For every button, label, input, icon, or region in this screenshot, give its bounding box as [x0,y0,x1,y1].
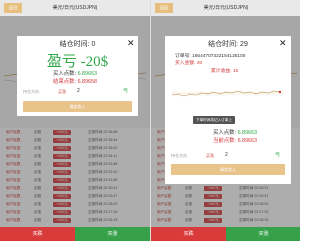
settlement-dialog: 结仓时间: 0 ✕ 盈亏 -20$ 买入点数: 6.89663 结束点数: 6.… [17,36,138,116]
confirm-button[interactable]: 确定收入 [171,164,285,175]
dialog-title: 结仓时间: 29 [208,41,248,48]
profit-loss: 盈亏 -20$ [46,54,109,70]
buy-button[interactable]: 买涨 [75,227,150,241]
buy-amount: 买入金额: 20 [175,61,203,66]
top-bar: 返回 美元/日元(USDJPN) [151,0,300,16]
mini-price-chart [172,90,284,97]
bottom-bar: 买跌 买涨 [151,227,300,241]
back-button[interactable]: 返回 [4,3,22,13]
sell-button[interactable]: 买跌 [0,227,75,241]
bottom-bar: 买跌 买涨 [0,227,150,241]
close-icon[interactable]: ✕ [279,39,287,48]
position-field: 持仓方向 买涨 2 弓 [171,152,281,158]
tooltip: 下单时间将记入订单上 [193,116,235,124]
buy-points: 买入点数: 6.89663 [53,71,98,77]
buy-points: 买入点数: 6.89663 [213,130,258,136]
position-dialog: 结仓时间: 29 ✕ 订单号: 16644707322154135100 买入金… [165,36,291,184]
top-bar: 返回 美元/日元(USDJPN) [0,0,150,16]
order-number: 订单号: 16644707322154135100 [175,54,246,59]
right-screen: 返回 美元/日元(USDJPN) 用户买跌买跌+180元交易时间 22:36:5… [150,0,300,241]
left-screen: 返回 美元/日元(USDJPN) 用户买跌 买跌 +180元 交易时间 22:36:5… [0,0,150,241]
dialog-title: 结仓时间: 0 [59,41,96,48]
buy-button[interactable]: 买涨 [226,227,300,241]
page-title: 美元/日元(USDJPN) [52,5,98,11]
close-icon[interactable]: ✕ [127,39,135,48]
confirm-button[interactable]: 确定收入 [23,101,132,112]
position-field: 持仓方向 买涨 2 弓 [23,88,129,94]
page-title: 美元/日元(USDJPN) [203,5,249,11]
close-points: 结束点数: 6.89658 [53,79,98,85]
sell-button[interactable]: 买跌 [151,227,226,241]
accumulated-profit: 累计收益: 15 [211,69,239,74]
current-points: 当前点数: 6.89663 [213,138,258,144]
back-button[interactable]: 返回 [155,3,173,13]
